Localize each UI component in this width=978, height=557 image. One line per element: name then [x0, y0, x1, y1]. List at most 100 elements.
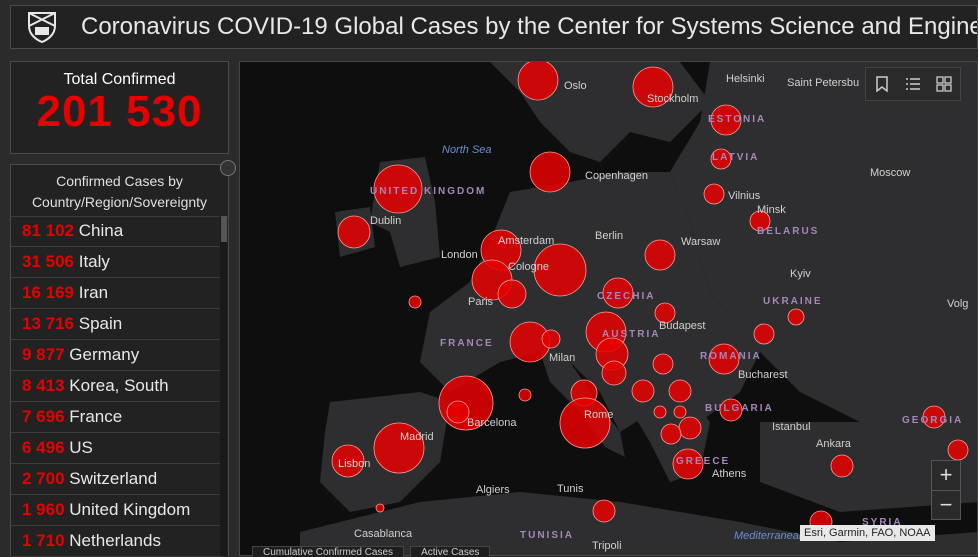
list-item[interactable]: 6 496 US	[11, 433, 222, 464]
expand-panel-icon[interactable]	[220, 160, 236, 176]
case-bubble[interactable]	[644, 239, 676, 271]
city-label: Barcelona	[467, 417, 517, 429]
country-name: Germany	[69, 345, 140, 364]
case-bubble[interactable]	[541, 329, 561, 349]
list-scrollbar[interactable]	[220, 216, 227, 556]
list-item[interactable]: 7 696 France	[11, 402, 222, 433]
city-label: Vilnius	[728, 190, 761, 202]
zoom-in-button[interactable]: +	[932, 461, 960, 491]
case-bubble[interactable]	[652, 353, 674, 375]
city-label: Warsaw	[681, 236, 721, 248]
case-count: 31 506	[22, 252, 74, 271]
tab-active-cases[interactable]: Active Cases	[410, 546, 491, 557]
city-label: Kyiv	[790, 268, 811, 280]
country-name: Netherlands	[69, 531, 161, 550]
city-label: Dublin	[370, 215, 402, 227]
country-name: Switzerland	[69, 469, 158, 488]
list-item[interactable]: 13 716 Spain	[11, 309, 222, 340]
country-label: ESTONIA	[708, 114, 767, 125]
case-bubble[interactable]	[518, 388, 532, 402]
case-bubble[interactable]	[753, 323, 775, 345]
total-confirmed-value: 201 530	[36, 87, 203, 136]
city-label: Helsinki	[726, 73, 765, 85]
case-count: 6 496	[22, 438, 65, 457]
country-label: GEORGIA	[902, 415, 964, 426]
country-label: UNITED KINGDOM	[370, 186, 487, 197]
case-bubble[interactable]	[592, 499, 616, 523]
case-bubble[interactable]	[678, 416, 702, 440]
case-bubble[interactable]	[529, 151, 571, 193]
country-label: FRANCE	[440, 338, 494, 349]
case-count: 1 960	[22, 500, 65, 519]
city-label: Algiers	[476, 484, 510, 496]
list-item[interactable]: 81 102 China	[11, 216, 222, 247]
country-list: 81 102 China 31 506 Italy 16 169 Iran 13…	[11, 216, 222, 557]
city-label: Budapest	[659, 320, 706, 332]
case-bubble[interactable]	[375, 503, 385, 513]
city-label: Oslo	[564, 80, 587, 92]
country-label: BELARUS	[757, 226, 820, 237]
list-item[interactable]: 8 413 Korea, South	[11, 371, 222, 402]
case-bubble[interactable]	[660, 423, 682, 445]
list-scrollbar-thumb[interactable]	[221, 216, 227, 242]
total-confirmed-panel: Total Confirmed 201 530	[10, 61, 229, 154]
list-item[interactable]: 1 960 United Kingdom	[11, 495, 222, 526]
country-name: Korea, South	[69, 376, 169, 395]
country-name: Italy	[78, 252, 110, 271]
case-count: 2 700	[22, 469, 65, 488]
case-count: 81 102	[22, 221, 74, 240]
list-item[interactable]: 16 169 Iran	[11, 278, 222, 309]
case-bubble[interactable]	[830, 454, 854, 478]
case-bubble[interactable]	[947, 439, 969, 461]
country-label: UKRAINE	[763, 296, 823, 307]
legend-list-icon[interactable]	[903, 74, 923, 94]
city-label: Athens	[712, 468, 747, 480]
case-bubble[interactable]	[559, 397, 611, 449]
bookmark-icon[interactable]	[872, 74, 892, 94]
case-bubble[interactable]	[653, 405, 667, 419]
page-title: Coronavirus COVID-19 Global Cases by the…	[81, 13, 977, 40]
case-bubble[interactable]	[601, 360, 627, 386]
city-label: Lisbon	[338, 458, 371, 470]
list-item[interactable]: 2 700 Switzerland	[11, 464, 222, 495]
city-label: Paris	[468, 296, 494, 308]
case-bubble[interactable]	[337, 215, 371, 249]
city-label: Volg	[947, 298, 969, 310]
country-name: United Kingdom	[69, 500, 191, 519]
country-list-heading: Confirmed Cases by Country/Region/Sovere…	[11, 165, 228, 217]
basemap-gallery-icon[interactable]	[934, 74, 954, 94]
list-item[interactable]: 9 877 Germany	[11, 340, 222, 371]
case-bubble[interactable]	[673, 405, 687, 419]
city-label: Berlin	[595, 230, 624, 242]
case-bubble[interactable]	[787, 308, 805, 326]
list-item[interactable]: 31 506 Italy	[11, 247, 222, 278]
city-label: Saint Petersbu	[787, 77, 860, 89]
bottom-tabs: Cumulative Confirmed Cases Active Cases	[252, 546, 496, 557]
case-bubble[interactable]	[408, 295, 422, 309]
city-label: Minsk	[757, 204, 786, 216]
case-bubble[interactable]	[497, 279, 527, 309]
country-label: GREECE	[676, 456, 731, 467]
country-label: CZECHIA	[597, 291, 656, 302]
case-bubble[interactable]	[517, 62, 559, 101]
case-bubble[interactable]	[631, 379, 655, 403]
city-label: Ankara	[816, 438, 851, 450]
map-view[interactable]: Oslo Helsinki Saint Petersbu Stockholm C…	[239, 61, 978, 556]
country-label: TUNISIA	[520, 530, 574, 541]
case-count: 8 413	[22, 376, 65, 395]
case-bubble[interactable]	[703, 183, 725, 205]
list-item[interactable]: 1 710 Netherlands	[11, 526, 222, 557]
country-label: AUSTRIA	[602, 329, 661, 340]
university-shield-logo-icon	[28, 12, 56, 44]
case-bubble[interactable]	[668, 379, 692, 403]
case-bubble[interactable]	[446, 400, 470, 424]
zoom-out-button[interactable]: −	[932, 491, 960, 520]
case-count: 1 710	[22, 531, 65, 550]
tab-cumulative-confirmed[interactable]: Cumulative Confirmed Cases	[252, 546, 405, 557]
country-name: US	[69, 438, 93, 457]
country-name: France	[69, 407, 123, 426]
map-toolbar	[865, 67, 961, 101]
sea-label: Mediterranean	[734, 530, 805, 542]
city-label: Moscow	[870, 167, 911, 179]
city-label: Copenhagen	[585, 170, 649, 182]
